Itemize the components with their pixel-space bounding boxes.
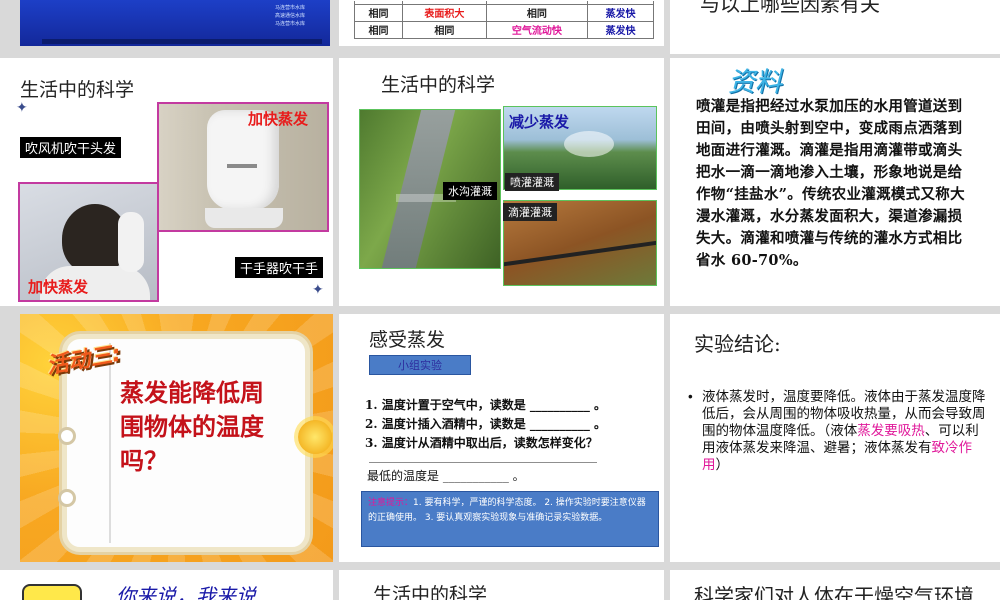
question-1: 1. 温度计置于空气中，读数是 __________ 。 <box>365 398 607 412</box>
slide-thumbnail-7[interactable]: 活动三: 蒸发能降低周围物体的温度吗？ <box>20 314 333 562</box>
slide-title: 生活中的科学 <box>20 79 135 101</box>
slide-title: 生活中的科学 <box>381 74 496 96</box>
slide-thumbnail-4[interactable]: 生活中的科学 ✦ 加快蒸发 吹风机吹干头发 加快蒸发 干手器吹干手 ✦ <box>0 58 333 306</box>
slide-title: 感受蒸发 <box>369 329 446 351</box>
answer-line: ______________________________________ <box>369 449 597 463</box>
slide1-legend-line: 高速通信水库 <box>275 13 306 19</box>
slide-title: 实验结论: <box>694 332 781 356</box>
drip-pipe <box>504 238 656 268</box>
slide-thumbnail-10[interactable]: 你来说，我来说 <box>0 570 333 600</box>
slide10-partial-text: 你来说，我来说 <box>116 584 256 600</box>
slide-thumbnail-3[interactable]: 与以上哪些因素有关 <box>670 0 1000 54</box>
hand-dryer-caption: 干手器吹干手 <box>235 257 324 278</box>
slide3-partial-text: 与以上哪些因素有关 <box>700 0 880 16</box>
slide-thumbnail-5[interactable]: 生活中的科学 水沟灌溉 减少蒸发 喷灌灌溉 滴灌灌溉 <box>339 58 664 306</box>
table-cell: 相同 <box>402 20 487 39</box>
conclusion-text: 液体蒸发时，温度要降低。液体由于蒸发温度降低后，会从周围的物体吸收热量，从而会导… <box>688 388 988 473</box>
table-cell: 相同 <box>353 3 404 22</box>
hand-dryer-logo <box>227 164 257 168</box>
hair-dryer <box>118 212 144 272</box>
question-2: 2. 温度计插入酒精中，读数是 __________ 。 <box>365 417 607 431</box>
sprinkler-spray <box>564 131 614 157</box>
hand-dryer-base <box>205 208 283 228</box>
info-paragraph: 喷灌是指把经过水泵加压的水用管道送到田间，由喷头射到空中，变成雨点洒落到地面进行… <box>696 98 965 269</box>
group-experiment-tag: 小组实验 <box>369 355 471 375</box>
slide-title: 生活中的科学 <box>373 584 488 600</box>
slide-thumbnail-11[interactable]: 生活中的科学 <box>339 570 664 600</box>
comparison-table: 相同 表面积大 相同 蒸发快 相同 相同 空气流动快 蒸发快 <box>353 1 654 39</box>
slide-thumbnail-12[interactable]: 科学家们对人体在干燥空气环境 <box>670 570 1000 600</box>
table-cell: 蒸发快 <box>587 20 654 39</box>
table-cell: 蒸发快 <box>587 3 654 22</box>
slide-thumbnail-8[interactable]: 感受蒸发 小组实验 1. 温度计置于空气中，读数是 __________ 。 2… <box>339 314 664 562</box>
info-heading: 资料 <box>728 67 782 98</box>
table-cell: 相同 <box>353 20 404 39</box>
slide1-player-bar <box>42 39 322 44</box>
faster-evaporation-label: 加快蒸发 <box>28 278 89 296</box>
sparkle-icon: ✦ <box>312 282 324 298</box>
safety-note-label: 注意提示： <box>368 498 414 508</box>
table-cell: 空气流动快 <box>485 20 589 39</box>
sprinkler-irrigation-caption: 喷灌灌溉 <box>505 173 559 191</box>
conclusion-bullet: • 液体蒸发时，温度要降低。液体由于蒸发温度降低后，会从周围的物体吸收热量，从而… <box>688 388 988 473</box>
table-cell: 表面积大 <box>402 3 487 22</box>
slide-thumbnail-1[interactable]: 马连营市水库 高速通信水库 马连营市水库 <box>20 0 330 46</box>
slide12-partial-text: 科学家们对人体在干燥空气环境 <box>694 584 974 600</box>
slide1-legend-line: 马连营市水库 <box>275 5 306 11</box>
bullet-dot: • <box>688 389 693 404</box>
cartoon-icon <box>22 584 82 600</box>
conclusion-part: ） <box>715 457 730 472</box>
ditch-irrigation-caption: 水沟灌溉 <box>443 182 497 200</box>
lowest-temperature-line: 最低的温度是 ___________ 。 <box>367 469 525 483</box>
slide1-legend: 马连营市水库 高速通信水库 马连营市水库 <box>275 4 305 28</box>
safety-note-box: 注意提示：1. 要有科学，严谨的科学态度。 2. 操作实验时要注意仪器的正确使用… <box>361 491 659 547</box>
slide-thumbnail-2[interactable]: 相同 表面积大 相同 蒸发快 相同 相同 空气流动快 蒸发快 <box>339 0 664 46</box>
reduce-evaporation-label: 减少蒸发 <box>509 113 570 131</box>
sun-icon <box>298 420 332 454</box>
slide1-legend-line: 马连营市水库 <box>275 21 306 27</box>
hair-dryer-caption: 吹风机吹干头发 <box>20 137 122 158</box>
slide-thumbnail-6[interactable]: 资料 喷灌是指把经过水泵加压的水用管道送到田间，由喷头射到空中，变成雨点洒落到地… <box>670 58 1000 306</box>
question-text: 蒸发能降低周围物体的温度吗？ <box>120 379 264 475</box>
board-ring <box>58 427 76 445</box>
drip-irrigation-caption: 滴灌灌溉 <box>503 203 557 221</box>
board-ring <box>58 489 76 507</box>
highlight-absorb-heat: 蒸发要吸热 <box>857 423 925 438</box>
sparkle-icon: ✦ <box>16 100 28 116</box>
table-row: 相同 相同 空气流动快 蒸发快 <box>353 20 654 39</box>
table-cell: 相同 <box>485 3 589 22</box>
faster-evaporation-label: 加快蒸发 <box>248 110 309 128</box>
table-row: 相同 表面积大 相同 蒸发快 <box>353 3 654 22</box>
slide-thumbnail-9[interactable]: 实验结论: • 液体蒸发时，温度要降低。液体由于蒸发温度降低后，会从周围的物体吸… <box>670 314 1000 562</box>
